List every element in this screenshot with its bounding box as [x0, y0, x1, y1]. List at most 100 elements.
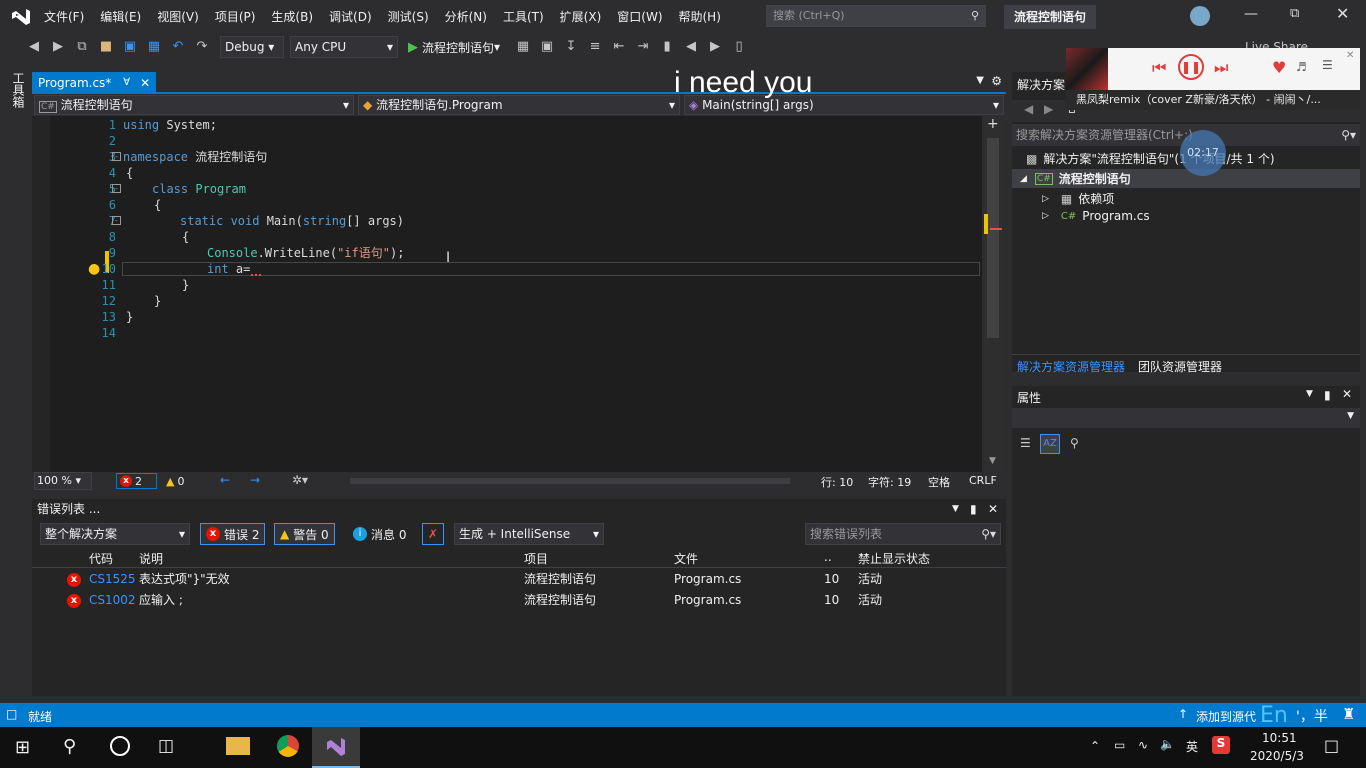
- menu-debug[interactable]: 调试(D): [321, 0, 380, 34]
- previous-track-icon[interactable]: ⏮: [1152, 58, 1166, 78]
- column-suppression[interactable]: 禁止显示状态: [858, 550, 930, 567]
- line-ending[interactable]: CRLF: [969, 474, 997, 487]
- categorized-icon[interactable]: ☰: [1020, 436, 1031, 450]
- visual-studio-taskbar-button[interactable]: [312, 727, 360, 768]
- tab-program-cs[interactable]: Program.cs* ∀ ✕: [32, 72, 157, 94]
- warnings-filter-button[interactable]: ▲ 警告 0: [274, 523, 335, 545]
- clock-time[interactable]: 10:51: [1262, 731, 1297, 745]
- language-indicator[interactable]: 英: [1186, 738, 1198, 755]
- scroll-down-icon[interactable]: ▼: [989, 456, 996, 466]
- error-code-link[interactable]: CS1002: [89, 590, 136, 611]
- save-icon[interactable]: ▣: [121, 38, 139, 56]
- clock-date[interactable]: 2020/5/3: [1250, 749, 1304, 763]
- browser-link-icon[interactable]: ▦: [514, 38, 532, 56]
- volume-icon[interactable]: 🔈: [1160, 737, 1175, 751]
- menu-help[interactable]: 帮助(H): [671, 0, 729, 34]
- properties-object-dropdown[interactable]: ▼: [1012, 408, 1360, 428]
- add-to-source-control[interactable]: 添加到源代: [1196, 708, 1256, 725]
- column-file[interactable]: 文件: [674, 550, 698, 567]
- configuration-dropdown[interactable]: Debug ▾: [220, 36, 284, 58]
- scrollbar-thumb[interactable]: [987, 138, 999, 338]
- close-tab-icon[interactable]: ✕: [140, 72, 150, 94]
- collapse-class-icon[interactable]: -: [112, 184, 121, 193]
- task-view-icon[interactable]: ◫: [158, 736, 174, 756]
- collapse-namespace-icon[interactable]: -: [112, 152, 121, 161]
- outdent-icon[interactable]: ⇤: [610, 38, 628, 56]
- step-icon[interactable]: ↧: [562, 38, 580, 56]
- volume-icon[interactable]: ♬: [1296, 60, 1307, 74]
- menu-test[interactable]: 测试(S): [380, 0, 437, 34]
- menu-project[interactable]: 项目(P): [207, 0, 264, 34]
- forward-icon[interactable]: ▶: [49, 38, 67, 56]
- visual-studio-logo-icon[interactable]: [10, 7, 32, 27]
- search-icon[interactable]: ⚲: [63, 736, 76, 757]
- tray-chevron-icon[interactable]: ⌃: [1090, 739, 1100, 753]
- zoom-dropdown[interactable]: 100 % ▾: [34, 472, 92, 490]
- code-editor[interactable]: ● 1 2 3 4 5 6 7 8 9 10 11 12 13 14 - - -…: [32, 116, 982, 472]
- restore-icon[interactable]: ⧉: [1290, 6, 1299, 21]
- close-icon[interactable]: ✕: [1336, 4, 1349, 23]
- ime-mode[interactable]: '，半: [1296, 706, 1328, 726]
- toolbox-tab[interactable]: 工具箱: [10, 72, 27, 108]
- error-search-input[interactable]: 搜索错误列表 ⚲▾: [805, 523, 1001, 545]
- horizontal-scrollbar[interactable]: [350, 478, 790, 484]
- playlist-icon[interactable]: ☰: [1322, 58, 1333, 72]
- open-folder-icon[interactable]: ■: [97, 38, 115, 56]
- skin-icon[interactable]: ♜: [1342, 705, 1355, 723]
- error-count-button[interactable]: x2: [116, 473, 157, 489]
- format-icon[interactable]: ≡: [586, 38, 604, 56]
- notifications-icon[interactable]: □: [1324, 736, 1339, 755]
- alphabetical-icon[interactable]: AZ: [1040, 434, 1060, 454]
- whitespace-mode[interactable]: 空格: [928, 474, 950, 490]
- collapse-method-icon[interactable]: -: [112, 216, 121, 225]
- column-project[interactable]: 项目: [524, 550, 548, 567]
- errors-filter-button[interactable]: x 错误 2: [200, 523, 266, 545]
- back-icon[interactable]: ◀: [1024, 102, 1033, 116]
- bookmark-icon[interactable]: ▮: [658, 38, 676, 56]
- table-row[interactable]: x CS1525 表达式项"}"无效 流程控制语句 Program.cs 10 …: [32, 569, 1006, 590]
- column-code[interactable]: 代码: [89, 550, 113, 567]
- panel-pin-icon[interactable]: ▮: [1324, 388, 1331, 402]
- camera-icon[interactable]: ▣: [538, 38, 556, 56]
- column-line[interactable]: ..: [824, 550, 832, 564]
- clear-bookmark-icon[interactable]: ▯: [730, 38, 748, 56]
- menu-file[interactable]: 文件(F): [36, 0, 92, 34]
- chrome-icon[interactable]: [277, 735, 299, 757]
- new-project-icon[interactable]: ⧉: [73, 38, 91, 56]
- project-nav-dropdown[interactable]: C# 流程控制语句 ▾: [34, 95, 354, 115]
- tab-team-explorer[interactable]: 团队资源管理器: [1138, 358, 1222, 375]
- property-pages-icon[interactable]: ⚲: [1070, 436, 1079, 450]
- battery-icon[interactable]: ▭: [1114, 738, 1125, 752]
- tab-solution-explorer[interactable]: 解决方案资源管理器: [1017, 358, 1125, 375]
- menu-tools[interactable]: 工具(T): [495, 0, 552, 34]
- tree-solution-node[interactable]: ▩ 解决方案"流程控制语句"(1 个项目/共 1 个): [1026, 150, 1275, 167]
- column-description[interactable]: 说明: [139, 550, 163, 567]
- panel-pin-icon[interactable]: ▮: [970, 499, 977, 519]
- back-icon[interactable]: ◀: [25, 38, 43, 56]
- next-bookmark-icon[interactable]: ▶: [706, 38, 724, 56]
- account-avatar[interactable]: [1190, 6, 1210, 26]
- nav-back-icon[interactable]: ←: [220, 473, 230, 487]
- pin-icon[interactable]: ∀: [123, 72, 130, 94]
- messages-filter-button[interactable]: i 消息 0: [348, 523, 411, 545]
- indent-icon[interactable]: ⇥: [634, 38, 652, 56]
- cortana-icon[interactable]: [110, 736, 130, 756]
- menu-analyze[interactable]: 分析(N): [437, 0, 495, 34]
- cleanup-icon[interactable]: ✲▾: [292, 473, 308, 487]
- split-icon[interactable]: +: [987, 116, 999, 132]
- minimize-icon[interactable]: —: [1244, 6, 1258, 22]
- warning-count-button[interactable]: ▲ 0: [166, 473, 184, 489]
- platform-dropdown[interactable]: Any CPU ▾: [290, 36, 398, 58]
- like-icon[interactable]: ♥: [1272, 58, 1286, 77]
- search-input[interactable]: 搜索 (Ctrl+Q) ⚲: [766, 5, 986, 27]
- tab-overflow-icon[interactable]: ▼: [976, 75, 984, 86]
- close-icon[interactable]: ✕: [1346, 50, 1354, 61]
- menu-window[interactable]: 窗口(W): [609, 0, 670, 34]
- table-row[interactable]: x CS1002 应输入 ; 流程控制语句 Program.cs 10 活动: [32, 590, 1006, 611]
- wifi-icon[interactable]: ∿: [1138, 738, 1148, 752]
- panel-close-icon[interactable]: ✕: [1342, 387, 1352, 401]
- clear-filter-icon[interactable]: ✗: [422, 523, 444, 545]
- redo-icon[interactable]: ↷: [193, 38, 211, 56]
- pause-icon[interactable]: ❚❚: [1178, 54, 1204, 80]
- prev-bookmark-icon[interactable]: ◀: [682, 38, 700, 56]
